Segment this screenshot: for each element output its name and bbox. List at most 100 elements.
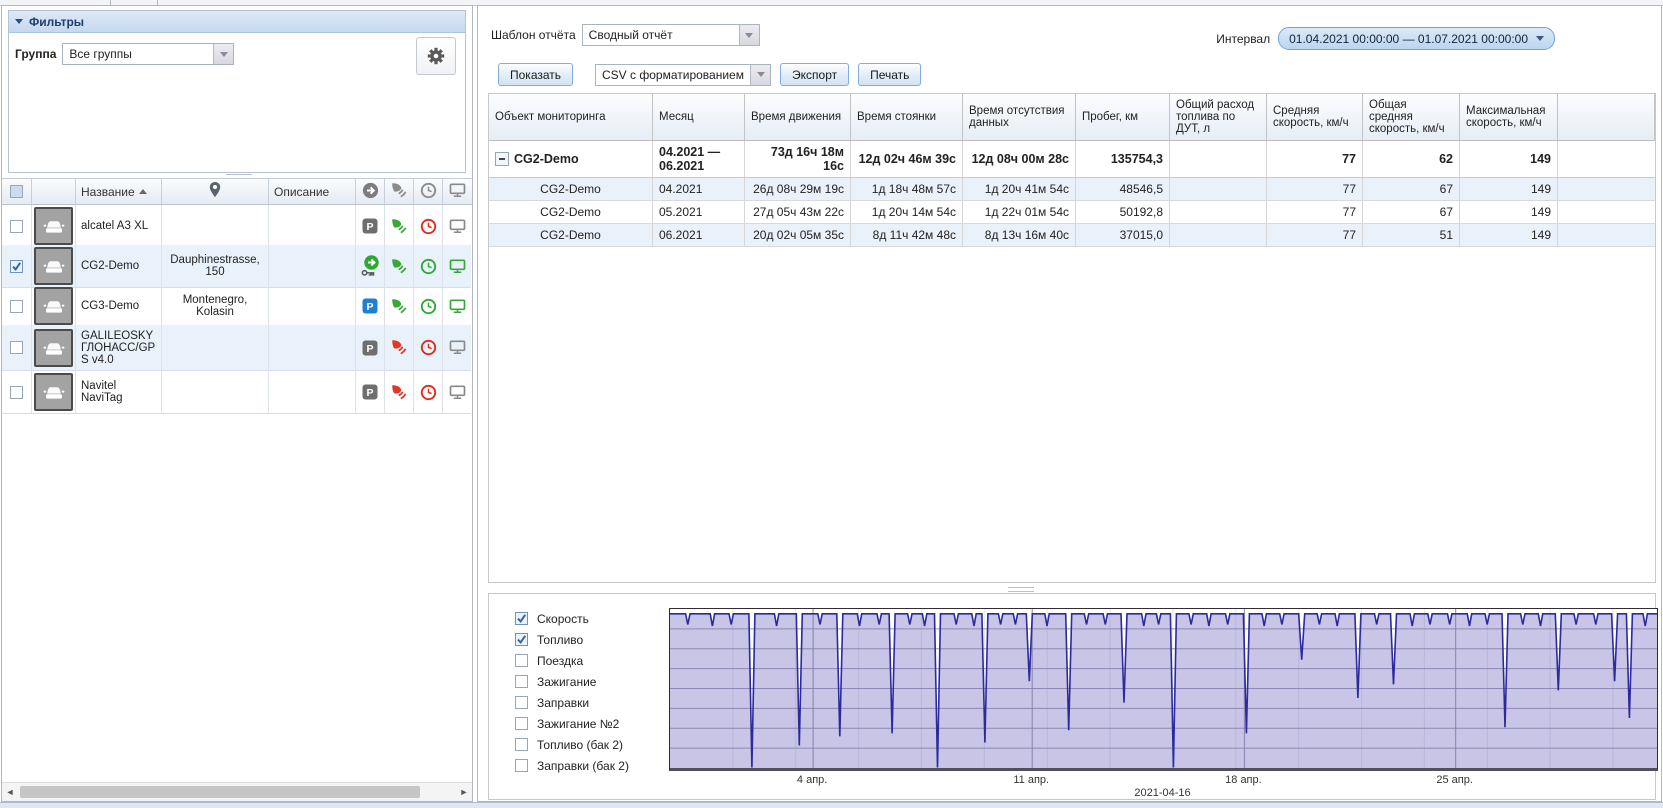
signal-column-header[interactable] [385,179,414,204]
unit-checkbox[interactable] [10,299,23,313]
unit-description [269,325,356,371]
unit-checkbox[interactable] [10,259,23,273]
car-icon [41,294,67,318]
report-column-header[interactable]: Время движения [745,94,851,140]
unit-name: CG2-Demo [76,245,162,288]
show-report-button[interactable]: Показать [498,63,574,86]
report-column-header[interactable]: Время стоянки [851,94,963,140]
legend-checkbox[interactable] [515,654,528,667]
report-row-value: 20д 02ч 05м 35с [745,224,851,247]
report-column-header[interactable]: Время отсутствия данных [963,94,1076,140]
description-column-label: Описание [274,184,330,199]
location-column-header[interactable] [162,179,269,204]
legend-checkbox[interactable] [515,738,528,751]
report-total-value: 12д 02ч 46м 39с [851,141,963,178]
report-column-header[interactable]: Общая средняя скорость, км/ч [1363,94,1460,140]
time-column-header[interactable] [414,179,443,204]
report-row-value [1170,201,1267,224]
p-gray-icon: P [362,384,378,400]
report-column-header[interactable]: Максимальная скорость, км/ч [1460,94,1558,140]
report-row-object-label: CG2-Demo [540,182,601,196]
legend-item[interactable]: Заправки (бак 2) [515,755,629,776]
legend-label: Топливо (бак 2) [537,737,624,752]
legend-item[interactable]: Топливо [515,629,629,650]
monitor-gray-icon [449,218,466,235]
description-column-header[interactable]: Описание [269,179,356,204]
report-template-select[interactable]: Сводный отчёт [581,24,760,46]
scroll-left-arrow[interactable]: ◄ [2,787,18,797]
unit-time-state [414,285,443,328]
legend-checkbox[interactable] [515,612,528,625]
chart-splitter-grip[interactable] [1008,587,1034,592]
group-select[interactable]: Все группы [62,43,235,65]
monitoring-column-header[interactable] [443,179,471,204]
horizontal-scrollbar[interactable]: ◄ ► [2,782,472,801]
svg-text:P: P [366,301,373,313]
monitor-gray-icon [449,339,466,356]
report-column-header[interactable]: Объект мониторинга [489,94,653,140]
unit-icon-column-header[interactable] [32,179,76,204]
report-column-header[interactable]: Средняя скорость, км/ч [1267,94,1363,140]
unit-monitoring-state [443,245,471,288]
legend-checkbox[interactable] [515,759,528,772]
legend-item[interactable]: Зажигание [515,671,629,692]
monitor-gray-icon [449,182,466,199]
report-total-value: 77 [1267,141,1363,178]
unit-row[interactable]: alcatel A3 XL P [2,205,472,248]
report-row-value: 149 [1460,224,1558,247]
unit-checkbox[interactable] [10,219,23,233]
unit-row[interactable]: Navitel NaviTag P [2,371,472,414]
select-all-checkbox[interactable] [10,185,23,198]
report-column-header[interactable]: Пробег, км [1076,94,1170,140]
group-select-dropdown-button[interactable] [213,44,234,64]
export-format-dropdown-button[interactable] [750,64,771,85]
unit-motion-state: P [356,371,385,414]
legend-checkbox[interactable] [515,675,528,688]
unit-checkbox[interactable] [10,341,23,354]
legend-item[interactable]: Поездка [515,650,629,671]
report-column-header[interactable]: Общий расход топлива по ДУТ, л [1170,94,1267,140]
report-panel: Шаблон отчёта Сводный отчёт Интервал 01.… [477,5,1662,802]
report-row[interactable]: CG2-Demo 05.2021 27д 05ч 43м 22с 1д 20ч 14м… [489,201,1655,224]
unit-row[interactable]: CG2-Demo Dauphinestrasse, 150 [2,245,472,288]
unit-row[interactable]: CG3-Demo Montenegro, Kolasin P [2,285,472,328]
export-button[interactable]: Экспорт [780,63,850,86]
scroll-right-arrow[interactable]: ► [456,787,472,797]
report-table-total-row[interactable]: CG2-Demo 04.2021 — 06.2021 73д 16ч 18м 16с… [489,141,1655,178]
legend-checkbox[interactable] [515,633,528,646]
legend-label: Скорость [537,611,589,626]
chart-box: Скорость Топливо Поездка Зажигание Заправки З… [488,593,1658,800]
print-button[interactable]: Печать [858,63,922,86]
legend-item[interactable]: Заправки [515,692,629,713]
motion-state-column-header[interactable] [356,179,385,204]
legend-label: Поездка [537,653,584,668]
unit-avatar [34,373,73,411]
interval-select[interactable]: 01.04.2021 00:00:00 — 01.07.2021 00:00:0… [1278,27,1555,50]
chart-plot-area[interactable] [669,608,1658,771]
settings-gear-button[interactable] [416,37,456,75]
unit-row[interactable]: GALILEOSKY ГЛОНАСС/GPS v4.0 P [2,325,472,371]
name-column-header[interactable]: Название [76,179,162,204]
report-row[interactable]: CG2-Demo 06.2021 20д 02ч 05м 35с 8д 11ч 42м… [489,224,1655,247]
report-template-dropdown-button[interactable] [738,25,759,45]
legend-item[interactable]: Зажигание №2 [515,713,629,734]
legend-item[interactable]: Скорость [515,608,629,629]
legend-checkbox[interactable] [515,696,528,709]
report-row[interactable]: CG2-Demo 04.2021 26д 08ч 29м 19с 1д 18ч 48м… [489,178,1655,201]
scrollbar-thumb[interactable] [20,786,420,798]
signal-green-icon [391,298,408,315]
report-template-value: Сводный отчёт [588,28,673,42]
report-column-header[interactable]: Месяц [653,94,745,140]
unit-checkbox[interactable] [10,385,23,399]
export-format-select[interactable]: CSV с форматированием [595,63,772,86]
report-total-filler [1558,141,1655,178]
collapse-minus-icon[interactable] [495,152,509,166]
select-all-checkbox-cell [2,179,32,204]
legend-item[interactable]: Топливо (бак 2) [515,734,629,755]
report-row-value: 149 [1460,201,1558,224]
clock-gray-icon [420,182,437,199]
filters-header[interactable]: Фильтры [9,11,465,33]
legend-checkbox[interactable] [515,717,528,730]
report-row-object: CG2-Demo [489,224,653,247]
unit-signal-state [385,325,414,371]
